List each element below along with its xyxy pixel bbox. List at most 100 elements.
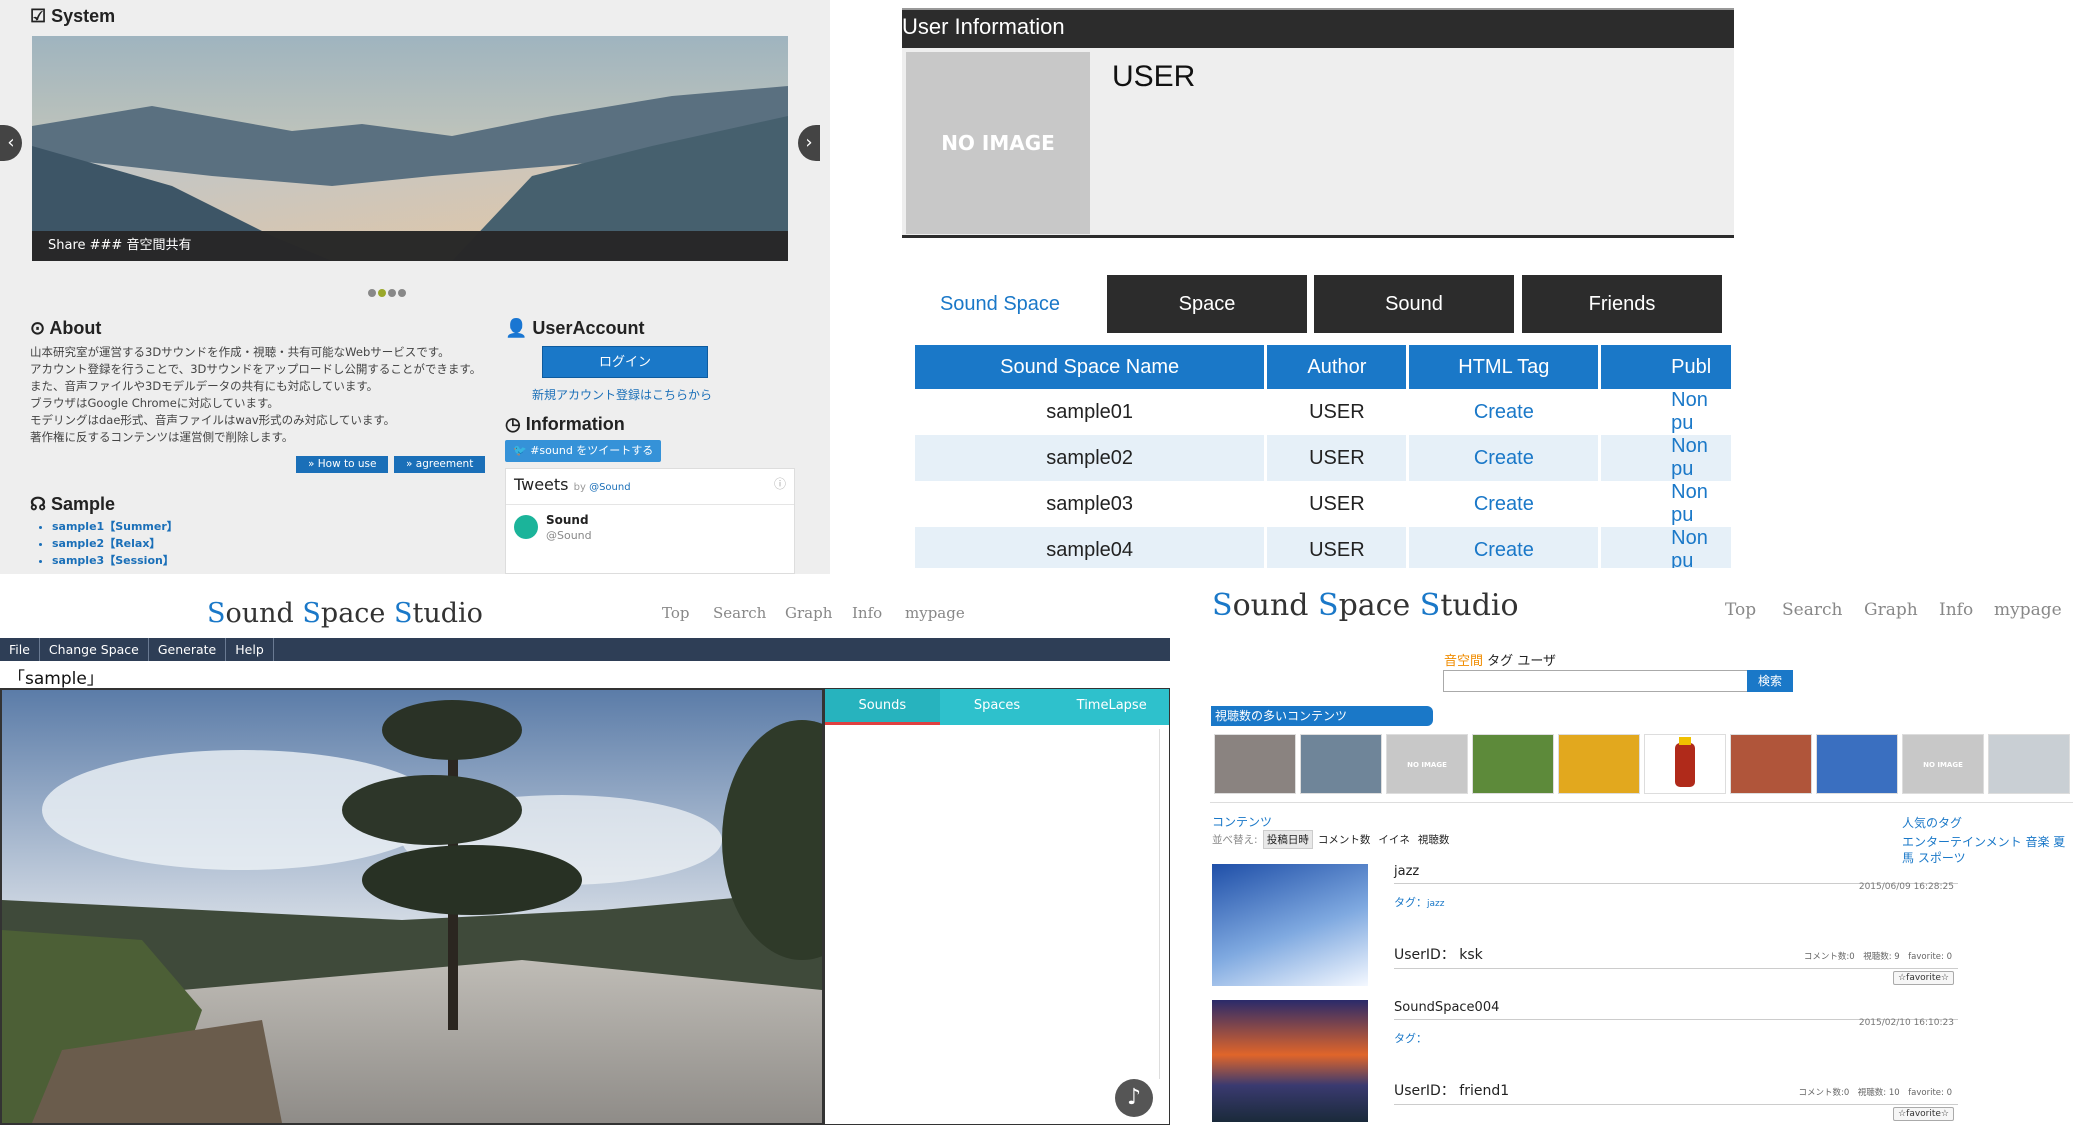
sort-option[interactable]: イイネ (1375, 831, 1413, 848)
tweet-author-name[interactable]: Sound (546, 513, 589, 527)
popular-thumbnails: NO IMAGE NO IMAGE (1214, 734, 2073, 794)
create-link[interactable]: Create (1409, 527, 1599, 568)
tab-sounds[interactable]: Sounds (825, 689, 940, 725)
search-tab-sound-space[interactable]: 音空間 (1444, 654, 1483, 669)
tweet-button[interactable]: 🐦 #sound をツイートする (505, 440, 662, 462)
content-thumbnail[interactable] (1212, 864, 1368, 986)
tweets-handle-link[interactable]: @Sound (589, 482, 631, 493)
agreement-label: agreement (415, 458, 474, 470)
agreement-button[interactable]: » agreement (394, 456, 486, 473)
thumbnail[interactable] (1644, 734, 1726, 794)
sort-option[interactable]: コメント数 (1315, 831, 1374, 848)
login-button[interactable]: ログイン (542, 346, 708, 378)
sort-option[interactable]: 視聴数 (1415, 831, 1453, 848)
tab-sound-space[interactable]: Sound Space (902, 275, 1098, 333)
panorama-viewer[interactable] (0, 688, 882, 1125)
search-input[interactable] (1443, 670, 1753, 692)
thumbnail[interactable] (1816, 734, 1898, 794)
tab-sound[interactable]: Sound (1314, 275, 1514, 333)
logo-letter: S (1318, 588, 1339, 623)
how-to-use-button[interactable]: » How to use (296, 456, 389, 473)
thumbnail[interactable] (1300, 734, 1382, 794)
sample-link[interactable]: sample3【Session】 (52, 552, 178, 569)
sort-option[interactable]: 投稿日時 (1262, 830, 1313, 849)
nav-mypage[interactable]: mypage (1994, 600, 2062, 620)
logo-letter: S (1212, 588, 1233, 623)
create-link[interactable]: Create (1409, 389, 1598, 435)
nav-top[interactable]: Top (1725, 600, 1756, 620)
publish-link[interactable]: Non pu (1601, 389, 1731, 435)
space-name-cell: sample01 (1046, 400, 1134, 423)
scrollbar[interactable] (1159, 729, 1167, 1079)
thumbnail[interactable]: NO IMAGE (1386, 734, 1468, 794)
info-icon[interactable]: ⓘ (774, 475, 786, 492)
nav-top[interactable]: Top (662, 604, 689, 622)
about-line: また、音声ファイルや3Dモデルデータの共有にも対応しています。 (30, 379, 379, 393)
logo-word: pace (1338, 588, 1420, 623)
sample-list: sample1【Summer】 sample2【Relax】 sample3【S… (40, 518, 178, 569)
publish-link[interactable]: Non pu (1601, 527, 1731, 568)
sound-space-editor-panel: Sound Space Studio Top Search Graph Info… (0, 576, 1172, 1125)
publish-link[interactable]: Non pu (1601, 481, 1731, 527)
slider-dots[interactable] (368, 282, 408, 301)
create-link[interactable]: Create (1409, 481, 1598, 527)
thumbnail[interactable] (1988, 734, 2070, 794)
nav-info[interactable]: Info (852, 604, 882, 622)
menu-file[interactable]: File (0, 638, 40, 661)
slider-dot[interactable] (388, 289, 396, 297)
thumbnail[interactable] (1730, 734, 1812, 794)
content-date: 2015/02/10 16:10:23 (1858, 1018, 1954, 1028)
favorite-button[interactable]: ☆favorite☆ (1893, 1107, 1954, 1121)
information-heading: ◷ Information (505, 414, 625, 434)
search-tab-tag[interactable]: タグ (1487, 654, 1513, 669)
slider-dot[interactable] (398, 289, 406, 297)
thumbnail[interactable] (1214, 734, 1296, 794)
author-cell: USER (1267, 527, 1407, 568)
tab-space[interactable]: Space (1107, 275, 1307, 333)
sort-bar: 並べ替え: 投稿日時 コメント数 イイネ 視聴数 (1212, 830, 1452, 849)
nav-graph[interactable]: Graph (1864, 600, 1918, 620)
publish-link[interactable]: Non pu (1601, 435, 1731, 481)
site-logo[interactable]: Sound Space Studio (207, 598, 483, 629)
create-link[interactable]: Create (1409, 435, 1599, 481)
thumbnail[interactable] (1472, 734, 1554, 794)
garden-panorama-image (2, 690, 882, 1123)
music-note-icon[interactable]: ♪ (1115, 1079, 1153, 1117)
content-title[interactable]: SoundSpace004 (1394, 1000, 1958, 1020)
content-thumbnail[interactable] (1212, 1000, 1368, 1122)
register-link[interactable]: 新規アカウント登録はこちらから (532, 386, 712, 403)
logo-word: ound (1232, 588, 1319, 623)
menu-generate[interactable]: Generate (149, 638, 227, 661)
content-title[interactable]: jazz (1394, 864, 1958, 884)
menu-change-space[interactable]: Change Space (40, 638, 149, 661)
tab-timelapse[interactable]: TimeLapse (1054, 689, 1169, 725)
nav-search[interactable]: Search (713, 604, 766, 622)
nav-mypage[interactable]: mypage (905, 604, 965, 622)
slider-dot[interactable] (368, 289, 376, 297)
nav-info[interactable]: Info (1939, 600, 1973, 620)
menu-help[interactable]: Help (226, 638, 274, 661)
table-header-row: Sound Space Name Author HTML Tag Publ (915, 345, 1731, 389)
nav-graph[interactable]: Graph (785, 604, 832, 622)
slider-dot-active[interactable] (378, 289, 386, 297)
about-heading: ⊙ About (30, 318, 102, 338)
slider-next-button[interactable]: › (798, 125, 820, 161)
tag-link[interactable]: jazz (1427, 899, 1444, 909)
search-tab-user[interactable]: ユーザ (1517, 654, 1556, 669)
slider-prev-button[interactable]: ‹ (0, 125, 22, 161)
tab-friends[interactable]: Friends (1522, 275, 1722, 333)
site-logo[interactable]: Sound Space Studio (1212, 588, 1519, 623)
sample-link[interactable]: sample1【Summer】 (52, 518, 178, 535)
avatar[interactable] (514, 515, 538, 539)
thumbnail[interactable]: NO IMAGE (1902, 734, 1984, 794)
username: USER (1112, 60, 1196, 93)
tweets-header: Tweets by @Sound ⓘ (506, 469, 794, 505)
slide-caption: Share ### 音空間共有 (32, 231, 788, 261)
favorite-button[interactable]: ☆favorite☆ (1893, 971, 1954, 985)
popular-tags[interactable]: エンターテインメント 音楽 夏 馬 スポーツ (1902, 834, 2072, 866)
sample-link[interactable]: sample2【Relax】 (52, 535, 178, 552)
thumbnail[interactable] (1558, 734, 1640, 794)
tab-spaces[interactable]: Spaces (940, 689, 1055, 725)
search-button[interactable]: 検索 (1747, 670, 1793, 692)
nav-search[interactable]: Search (1782, 600, 1842, 620)
